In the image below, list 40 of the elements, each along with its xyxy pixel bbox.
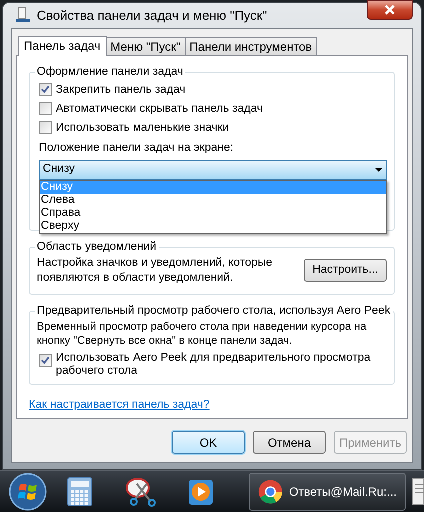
tab[interactable]: Меню "Пуск" [106,36,186,55]
checkbox[interactable] [39,121,52,134]
close-icon [385,5,395,16]
checkbox[interactable] [39,83,52,96]
taskbar-label: Ответы@Mail.Ru:... [289,484,397,500]
notifications-description: Настройка значков и уведомлений, которые появляются в области уведомлений. [37,256,274,286]
dropdown-option[interactable]: Сверху [40,220,386,233]
window-title: Свойства панели задач и меню "Пуск" [37,6,268,25]
checkbox[interactable] [39,102,52,116]
group-title: Оформление панели задач [35,64,186,80]
calculator-icon[interactable] [67,476,94,506]
position-label: Положение панели задач на экране: [39,140,235,155]
checkbox[interactable] [39,354,52,367]
check-icon [41,356,50,365]
window-icon [15,7,31,24]
group-title: Область уведомлений [35,240,159,255]
dialog-button[interactable]: OK [172,431,245,454]
position-dropdown[interactable]: Снизу [39,160,387,180]
checkbox-label: Использовать маленькие значки [56,120,230,135]
close-button[interactable] [367,0,413,20]
caret-icon [375,168,383,172]
document-icon[interactable] [412,476,424,506]
customize-button[interactable]: Настроить... [304,259,387,282]
scissors-icon[interactable] [125,476,158,508]
checkbox-label: Использовать Aero Peek для предварительного просмотра рабочего стола [56,352,372,378]
browser-icon [258,478,284,506]
help-link[interactable]: Как настраивается панель задач? [29,396,210,414]
checkbox-label: Автоматически скрывать панель задач [56,102,264,116]
dropdown-option[interactable]: Слева [40,194,386,207]
dropdown-value: Снизу [43,162,76,178]
taskbar-button[interactable]: Ответы@Mail.Ru:... [249,472,406,510]
start-orb-icon[interactable] [8,472,47,510]
group-title: Предварительный просмотр рабочего стола, используя Aero Peek [35,304,393,319]
dropdown-option[interactable]: Справа [40,206,386,220]
aero-peek-description: Временный просмотр рабочего стола при наведении курсора на кнопку "Свернуть все окна" в конце панели задач. [37,320,368,348]
dialog-button[interactable]: Отмена [253,431,326,454]
tab[interactable]: Панели инструментов [184,36,318,55]
check-icon [41,85,50,94]
checkbox-label: Закрепить панель задач [56,82,186,97]
tab[interactable]: Панель задач [18,36,107,56]
